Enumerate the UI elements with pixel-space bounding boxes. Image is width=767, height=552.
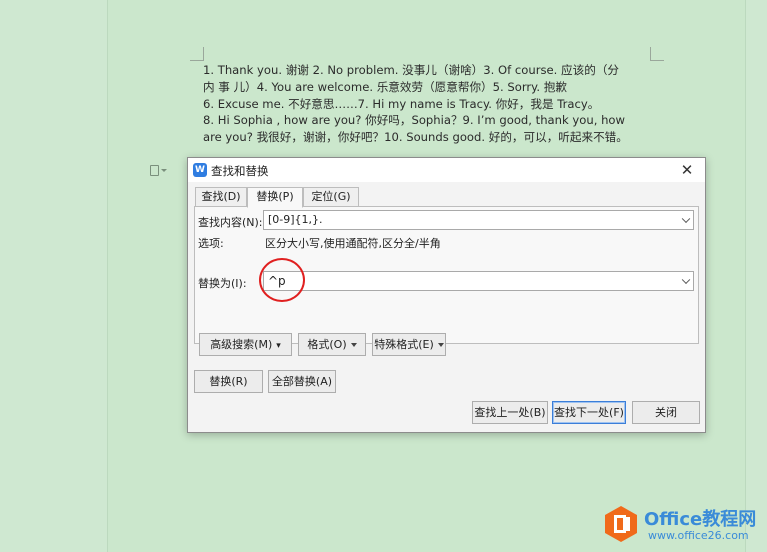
workspace-left [0, 0, 108, 552]
wps-app-icon: W [193, 163, 207, 177]
document-line: 1. Thank you. 谢谢 2. No problem. 没事儿（谢啥）3… [203, 63, 620, 77]
margin-corner-top-left [190, 47, 204, 61]
replace-button[interactable]: 替换(R) [194, 370, 263, 393]
find-what-label: 查找内容(N): [198, 216, 263, 229]
special-format-button[interactable]: 特殊格式(E) [372, 333, 446, 356]
document-text[interactable]: 1. Thank you. 谢谢 2. No problem. 没事儿（谢啥）3… [203, 62, 655, 146]
advanced-search-label: 高级搜索(M) [210, 338, 273, 351]
format-button[interactable]: 格式(O) [298, 333, 366, 356]
find-what-input[interactable]: [0-9]{1,}. [263, 210, 694, 230]
caret-down-icon [350, 343, 357, 347]
office-logo-icon [605, 506, 637, 542]
options-value: 区分大小写,使用通配符,区分全/半角 [265, 237, 441, 250]
dialog-titlebar[interactable]: W 查找和替换 ✕ [188, 158, 705, 182]
double-chevron-icon: ▾ [276, 341, 281, 351]
find-what-value: [0-9]{1,}. [268, 213, 323, 226]
watermark-brand: Office教程网 [644, 509, 757, 530]
paragraph-layout-icon[interactable] [150, 163, 172, 177]
special-format-label: 特殊格式(E) [374, 338, 434, 351]
watermark: Office教程网 www.office26.com [604, 502, 764, 546]
document-line: 6. Excuse me. 不好意思……7. Hi my name is Tra… [203, 96, 600, 111]
document-line: 8. Hi Sophia , how are you? 你好吗，Sophia？9… [203, 113, 626, 128]
dialog-title: 查找和替换 [211, 164, 269, 178]
close-button[interactable]: 关闭 [632, 401, 700, 424]
watermark-url: www.office26.com [648, 529, 749, 542]
find-previous-button[interactable]: 查找上一处(B) [472, 401, 548, 424]
replace-with-input[interactable]: ^p [263, 271, 694, 291]
find-next-button[interactable]: 查找下一处(F) [552, 401, 626, 424]
options-label: 选项: [198, 237, 224, 250]
tab-replace[interactable]: 替换(P) [247, 187, 303, 208]
workspace-right [745, 0, 767, 552]
chevron-down-icon[interactable] [681, 214, 691, 224]
format-label: 格式(O) [307, 338, 347, 351]
margin-corner-top-right [650, 47, 664, 61]
chevron-down-icon[interactable] [681, 275, 691, 285]
tab-find[interactable]: 查找(D) [195, 187, 247, 207]
tab-goto[interactable]: 定位(G) [303, 187, 359, 207]
document-line: 内 事 儿）4. You are welcome. 乐意效劳（愿意帮你）5. S… [203, 79, 567, 94]
caret-down-icon [437, 343, 444, 347]
replace-all-button[interactable]: 全部替换(A) [268, 370, 336, 393]
document-line: are you? 我很好，谢谢，你好吧？10. Sounds good. 好的，… [203, 130, 628, 145]
highlight-annotation-circle [259, 258, 305, 302]
advanced-search-button[interactable]: 高级搜索(M) ▾ [199, 333, 292, 356]
replace-with-label: 替换为(I): [198, 277, 247, 290]
close-icon[interactable]: ✕ [677, 160, 697, 180]
